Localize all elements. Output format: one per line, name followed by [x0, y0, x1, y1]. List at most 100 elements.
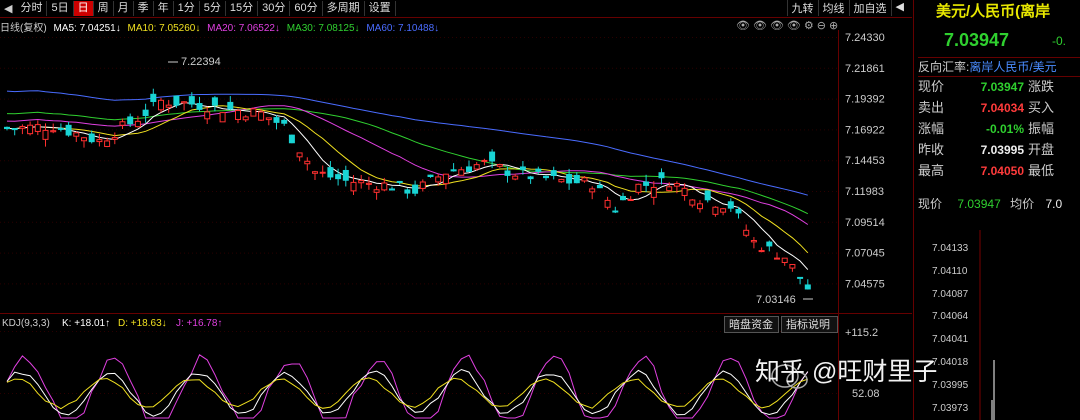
candle-body	[489, 151, 496, 162]
quote-row-label: 最高	[918, 163, 945, 178]
candle-body	[111, 137, 118, 140]
quote-row-label: 卖出	[918, 100, 945, 115]
price-tick: 7.24330	[845, 32, 885, 44]
dark-pool-button-label: 暗盘资金	[729, 317, 773, 331]
candle-body	[573, 174, 580, 184]
candle-body	[604, 199, 611, 208]
candle-body	[766, 241, 773, 247]
candle-body	[165, 104, 172, 108]
candle-body	[458, 169, 465, 176]
quote-row-value: 7.03995	[980, 143, 1024, 157]
candle-body	[350, 181, 357, 192]
quote-row-label: 昨收	[918, 142, 945, 157]
candle-body	[365, 182, 372, 185]
quote-row-label2: 最低	[1028, 163, 1055, 178]
kdj-axis-top: +115.2	[845, 327, 878, 339]
intraday-tick: 7.03973	[932, 402, 969, 414]
intraday-tick: 7.04064	[932, 311, 969, 323]
candle-body	[34, 124, 41, 132]
kdj-axis-bottom: 52.08	[852, 388, 880, 400]
candle-body	[396, 180, 403, 183]
kdj-j-label: J: +16.78↑	[176, 318, 222, 329]
candle-body	[473, 164, 480, 170]
candle-body	[181, 101, 188, 104]
candle-body	[704, 190, 711, 201]
low-marker-label: 7.03146	[756, 294, 796, 306]
candle-body	[419, 181, 426, 189]
candle-body	[804, 284, 811, 290]
candle-body	[527, 176, 534, 180]
candle-body	[781, 257, 788, 263]
candle-body	[342, 169, 349, 181]
indicator-help-button-label: 指标说明	[786, 317, 830, 331]
quote-row-label2: 涨跌	[1028, 79, 1055, 94]
candle-body	[296, 152, 303, 158]
candle-body	[589, 188, 596, 193]
candle-body	[27, 124, 34, 135]
candle-body	[666, 186, 673, 192]
quote-panel: 美元/人民币(离岸 7.03947 -0. 反向汇率:离岸人民币/美元 现价 7.…	[913, 0, 1080, 420]
intraday-tick: 7.04110	[932, 265, 968, 277]
candle-body	[304, 160, 311, 165]
candle-body	[697, 203, 703, 210]
candle-body	[727, 201, 734, 209]
quote-row-label: 涨幅	[918, 121, 945, 136]
price-tick: 7.04575	[845, 278, 885, 290]
candle-body	[150, 93, 157, 102]
candle-body	[19, 125, 26, 129]
candle-body	[450, 169, 457, 172]
candle-body	[127, 116, 134, 125]
candle-body	[358, 180, 365, 184]
price-tick: 7.14453	[845, 155, 885, 167]
candle-body	[258, 111, 265, 121]
candle-body	[658, 172, 665, 179]
candle-body	[743, 229, 750, 236]
price-tick: 7.16922	[845, 124, 885, 136]
candle-body	[158, 99, 164, 111]
candle-body	[612, 210, 619, 213]
intraday-price-label: 现价	[918, 197, 943, 211]
candle-body	[57, 127, 64, 130]
candle-body	[204, 111, 211, 120]
candle-body	[758, 250, 765, 253]
candle-body	[643, 181, 650, 186]
candle-body	[288, 134, 295, 144]
intraday-tick: 7.04087	[932, 288, 969, 300]
price-change: -0.	[1052, 34, 1067, 48]
candle-body	[481, 159, 488, 162]
candle-body	[435, 176, 442, 183]
candle-body	[381, 182, 388, 191]
candle-body	[689, 199, 696, 206]
candle-body	[673, 183, 680, 187]
quote-row-label2: 买入	[1028, 100, 1055, 115]
candle-body	[11, 128, 18, 131]
candle-body	[73, 132, 80, 137]
candle-body	[774, 257, 780, 260]
candle-body	[265, 117, 272, 121]
candle-body	[81, 137, 87, 142]
candle-body	[581, 177, 588, 182]
candle-body	[142, 109, 149, 116]
candle-body	[327, 167, 334, 178]
candle-body	[512, 175, 519, 180]
kdj-k-label: K: +18.01↑	[62, 318, 110, 329]
kdj-label: KDJ(9,3,3)	[2, 318, 50, 329]
candle-body	[466, 166, 472, 172]
candle-body	[227, 101, 234, 110]
candle-body	[566, 174, 573, 184]
candle-body	[627, 199, 634, 202]
candle-body	[789, 263, 796, 269]
price-tick: 7.19392	[845, 94, 885, 106]
quote-row-value: 7.04034	[980, 101, 1024, 115]
watermark: 知乎 @旺财里子	[755, 358, 938, 386]
reverse-rate-link[interactable]: 离岸人民币/美元	[969, 60, 1056, 74]
candle-body	[558, 178, 565, 183]
quote-row-value: 7.03947	[980, 80, 1024, 94]
quote-row-1: 卖出 7.04034 买入	[918, 97, 1054, 118]
quote-row-2: 涨幅 -0.01% 振幅	[918, 118, 1054, 139]
candle-body	[273, 117, 280, 123]
intraday-tick: 7.04041	[932, 334, 969, 346]
quote-row-label: 现价	[918, 79, 945, 94]
candle-body	[735, 209, 742, 214]
candle-body	[42, 129, 49, 140]
